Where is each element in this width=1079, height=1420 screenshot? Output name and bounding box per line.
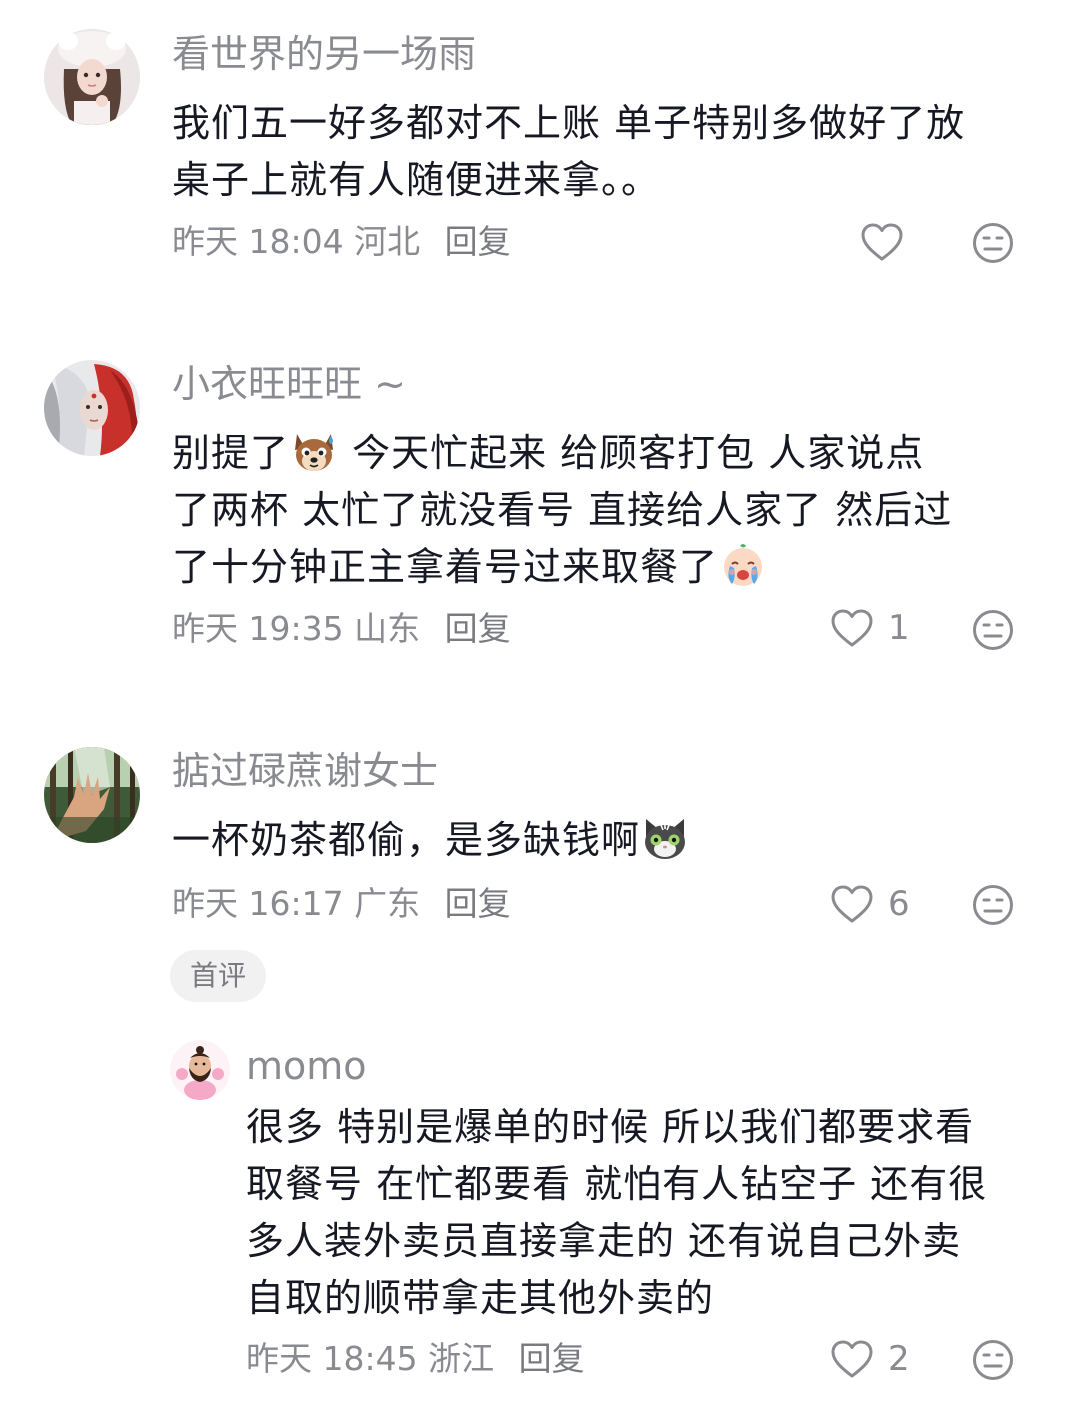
like-count: 2	[888, 1339, 910, 1379]
comment-time: 昨天 16:17	[172, 884, 344, 923]
comment-meta: 昨天 16:17 广东 回复	[172, 884, 511, 924]
comment-line: 了两杯 太忙了就没看号 直接给人家了 然后过	[172, 488, 953, 532]
comment-line: 别提了 今天忙起来 给顾客打包 人家说点	[172, 425, 952, 482]
dislike-button[interactable]	[972, 222, 1014, 264]
like-count: 1	[888, 608, 910, 648]
reply-line: 取餐号 在忙都要看 就怕有人钻空子 还有很	[246, 1162, 988, 1206]
shocked-cat-emoji-icon	[642, 815, 688, 861]
neutral-face-icon	[973, 885, 1013, 925]
reply-line: 自取的顺带拿走其他外卖的	[246, 1276, 715, 1320]
neutral-face-icon	[973, 223, 1013, 263]
reply-user-avatar[interactable]	[170, 1040, 230, 1100]
comment-username[interactable]: 小衣旺旺旺 ~	[172, 360, 406, 408]
comment-meta: 昨天 19:35 山东 回复	[172, 609, 511, 649]
reply-username[interactable]: momo	[246, 1042, 367, 1090]
comment-location: 广东	[354, 884, 421, 923]
comment-text: 了十分钟正主拿着号过来取餐了	[172, 545, 719, 589]
reply-time: 昨天 18:45	[246, 1339, 418, 1378]
comment-text: 别提了	[172, 431, 290, 475]
user-avatar[interactable]	[44, 747, 140, 843]
comment-line: 我们五一好多都对不上账 单子特别多做好了放	[172, 101, 966, 145]
comment-username[interactable]: 看世界的另一场雨	[172, 30, 476, 78]
comment-meta: 昨天 18:04 河北 回复	[172, 222, 511, 262]
neutral-face-icon	[973, 610, 1013, 650]
red-white-hair-avatar-icon	[44, 360, 140, 456]
reply-button[interactable]: 回复	[519, 1339, 585, 1378]
comment-content: 一杯奶茶都偷，是多缺钱啊	[172, 812, 690, 869]
reply-line: 多人装外卖员直接拿走的 还有说自己外卖	[246, 1219, 962, 1263]
dislike-button[interactable]	[972, 1339, 1014, 1381]
reply-line: 很多 特别是爆单的时候 所以我们都要求看	[246, 1105, 975, 1149]
like-button[interactable]	[860, 218, 918, 266]
dislike-button[interactable]	[972, 884, 1014, 926]
neutral-face-icon	[973, 1340, 1013, 1380]
like-button[interactable]: 1	[830, 604, 910, 652]
reply-button[interactable]: 回复	[445, 222, 511, 261]
doge-sweat-emoji-icon	[291, 428, 337, 474]
comment-content: 别提了 今天忙起来 给顾客打包 人家说点 了两杯 太忙了就没看号 直接给人家了 …	[172, 425, 952, 596]
heart-icon	[861, 223, 903, 261]
user-avatar[interactable]	[44, 29, 140, 125]
comment-location: 河北	[354, 222, 421, 261]
comment-content: 我们五一好多都对不上账 单子特别多做好了放 桌子上就有人随便进来拿。。	[172, 95, 965, 209]
like-button[interactable]: 6	[830, 880, 910, 928]
dislike-button[interactable]	[972, 609, 1014, 651]
comment-text: 今天忙起来 给顾客打包 人家说点	[339, 431, 925, 475]
heart-icon	[831, 609, 873, 647]
reply-content: 很多 特别是爆单的时候 所以我们都要求看 取餐号 在忙都要看 就怕有人钻空子 还…	[246, 1099, 987, 1327]
like-count: 6	[888, 884, 910, 924]
comment-line: 了十分钟正主拿着号过来取餐了	[172, 539, 952, 596]
comment-username[interactable]: 掂过碌蔗谢女士	[172, 747, 438, 795]
reply-button[interactable]: 回复	[445, 884, 511, 923]
pink-muscle-man-avatar-icon	[170, 1040, 230, 1100]
reply-button[interactable]: 回复	[445, 609, 511, 648]
heart-icon	[831, 885, 873, 923]
crying-baby-emoji-icon	[720, 542, 766, 588]
like-button[interactable]: 2	[830, 1335, 910, 1383]
girl-avatar-icon	[44, 29, 140, 125]
comment-time: 昨天 18:04	[172, 222, 344, 261]
first-comment-badge: 首评	[170, 950, 266, 1002]
reply-location: 浙江	[428, 1339, 495, 1378]
comment-time: 昨天 19:35	[172, 609, 344, 648]
user-avatar[interactable]	[44, 360, 140, 456]
reply-meta: 昨天 18:45 浙江 回复	[246, 1339, 585, 1379]
comment-line: 桌子上就有人随便进来拿。。	[172, 158, 661, 202]
comment-text: 一杯奶茶都偷，是多缺钱啊	[172, 818, 641, 862]
comment-location: 山东	[354, 609, 421, 648]
forest-hand-avatar-icon	[44, 747, 140, 843]
comment-line: 一杯奶茶都偷，是多缺钱啊	[172, 812, 690, 869]
heart-icon	[831, 1340, 873, 1378]
